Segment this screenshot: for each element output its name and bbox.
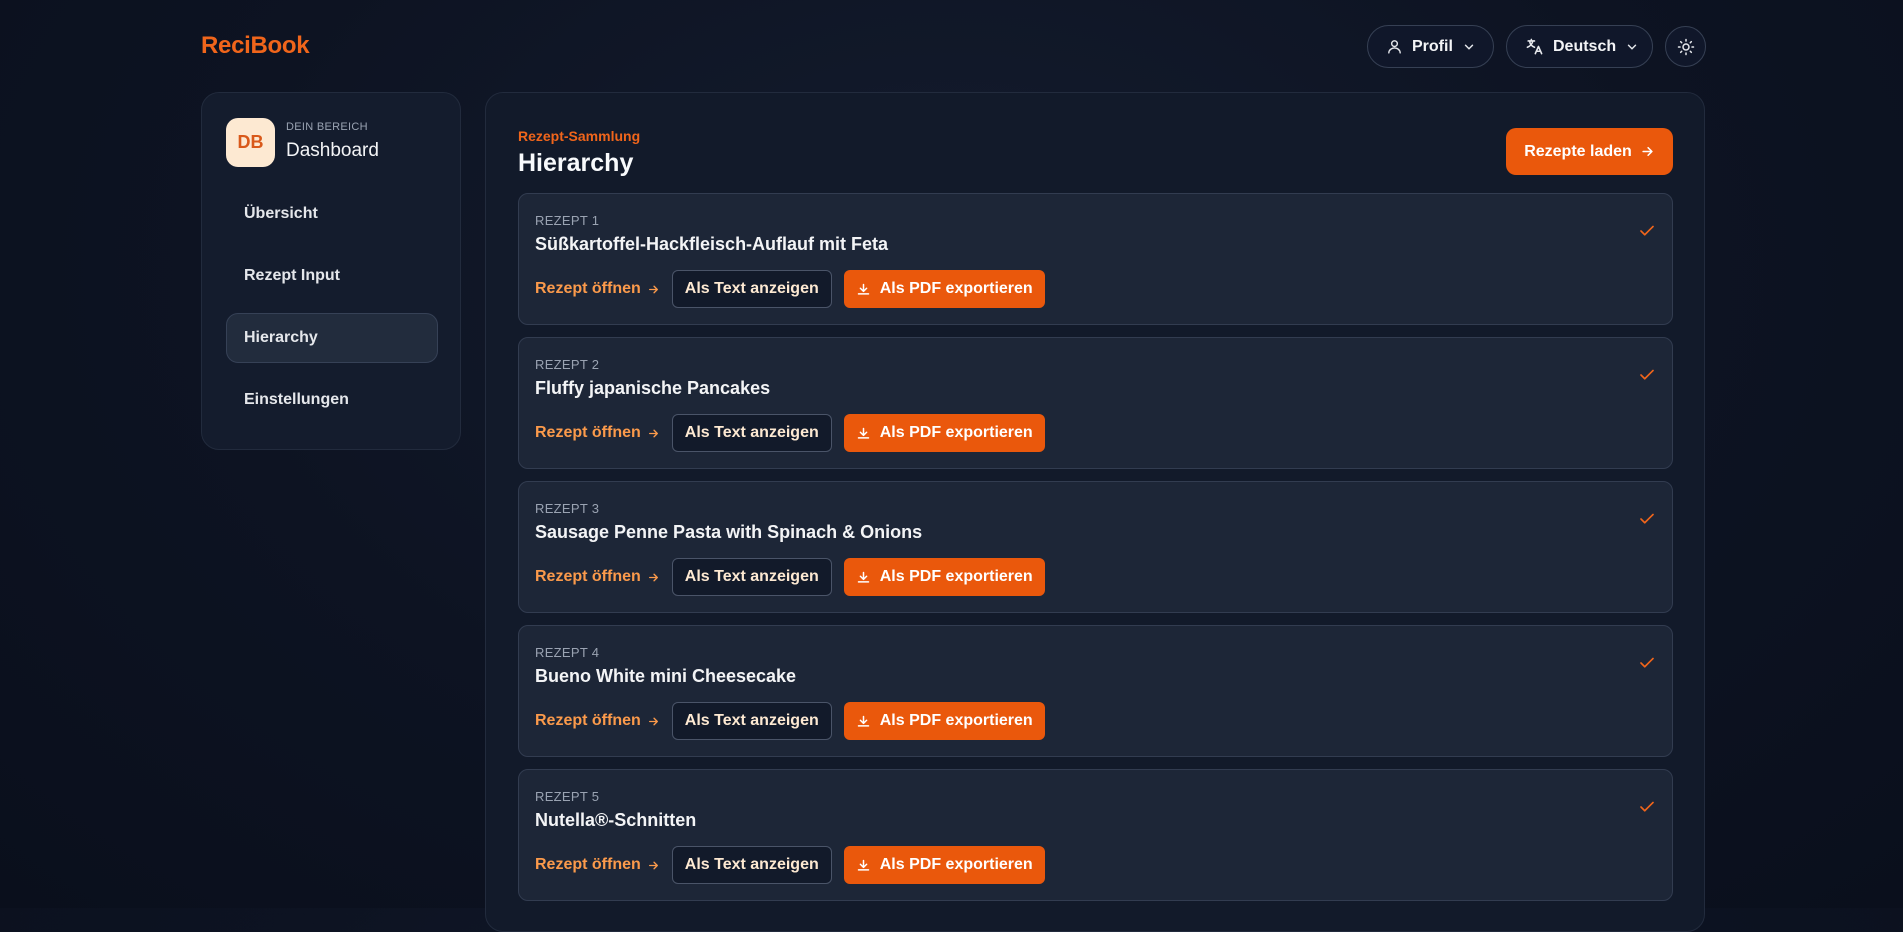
top-bar: ReciBook Profil Deutsch (0, 0, 1903, 92)
arrow-right-icon (1642, 146, 1653, 157)
section-eyebrow: Rezept-Sammlung (518, 128, 641, 144)
open-recipe-label: Rezept öffnen (535, 568, 641, 585)
sidebar-item-hierarchy[interactable]: Hierarchy (226, 313, 438, 363)
load-recipes-button[interactable]: Rezepte laden (1506, 128, 1673, 175)
sidebar-item-rezept-input[interactable]: Rezept Input (226, 251, 438, 301)
export-pdf-label: Als PDF exportieren (879, 856, 1033, 873)
main-panel: Rezept-Sammlung Hierarchy Rezepte laden … (485, 92, 1705, 932)
check-icon (1640, 369, 1654, 380)
recipe-actions: Rezept öffnen Als Text anzeigen Als PDF … (535, 270, 1045, 308)
download-icon (857, 283, 869, 295)
recipe-card: REZEPT 1 Süßkartoffel-Hackfleisch-Auflau… (518, 193, 1673, 325)
show-text-button[interactable]: Als Text anzeigen (671, 702, 832, 740)
check-icon (1640, 513, 1654, 524)
recipe-number: REZEPT 1 (535, 213, 600, 228)
open-recipe-link[interactable]: Rezept öffnen (535, 558, 660, 596)
recipe-title: Bueno White mini Cheesecake (535, 666, 797, 686)
recipe-number: REZEPT 3 (535, 501, 600, 516)
recipe-card: REZEPT 3 Sausage Penne Pasta with Spinac… (518, 481, 1673, 613)
sidebar-nav: Übersicht Rezept Input Hierarchy Einstel… (226, 189, 438, 437)
area-title: Dashboard (286, 140, 379, 161)
load-recipes-label: Rezepte laden (1524, 142, 1632, 160)
recipe-list: REZEPT 1 Süßkartoffel-Hackfleisch-Auflau… (518, 193, 1673, 913)
recipe-card: REZEPT 5 Nutella®-Schnitten Rezept öffne… (518, 769, 1673, 901)
export-pdf-button[interactable]: Als PDF exportieren (843, 558, 1045, 596)
export-pdf-button[interactable]: Als PDF exportieren (843, 270, 1045, 308)
arrow-right-icon (648, 717, 658, 725)
recipe-card: REZEPT 2 Fluffy japanische Pancakes Reze… (518, 337, 1673, 469)
recipe-title: Sausage Penne Pasta with Spinach & Onion… (535, 522, 923, 542)
download-icon (857, 571, 869, 583)
export-pdf-label: Als PDF exportieren (879, 424, 1033, 441)
show-text-button[interactable]: Als Text anzeigen (671, 846, 832, 884)
check-icon (1640, 657, 1654, 668)
open-recipe-label: Rezept öffnen (535, 712, 641, 729)
check-icon (1640, 225, 1654, 236)
open-recipe-link[interactable]: Rezept öffnen (535, 414, 660, 452)
show-text-button[interactable]: Als Text anzeigen (671, 414, 832, 452)
arrow-right-icon (648, 285, 658, 293)
arrow-right-icon (648, 429, 658, 437)
export-pdf-label: Als PDF exportieren (879, 712, 1033, 729)
show-text-button[interactable]: Als Text anzeigen (671, 558, 832, 596)
recipe-number: REZEPT 4 (535, 645, 600, 660)
theme-toggle-button[interactable] (1665, 26, 1706, 67)
export-pdf-label: Als PDF exportieren (879, 568, 1033, 585)
user-icon (1388, 40, 1401, 54)
sidebar-item-uebersicht[interactable]: Übersicht (226, 189, 438, 239)
recipe-number: REZEPT 2 (535, 357, 600, 372)
profile-label: Profil (1412, 37, 1453, 55)
recipe-actions: Rezept öffnen Als Text anzeigen Als PDF … (535, 558, 1045, 596)
open-recipe-label: Rezept öffnen (535, 280, 641, 297)
open-recipe-link[interactable]: Rezept öffnen (535, 270, 660, 308)
recipe-number: REZEPT 5 (535, 789, 600, 804)
export-pdf-button[interactable]: Als PDF exportieren (843, 846, 1045, 884)
sun-icon (1677, 38, 1694, 55)
recipe-title: Süßkartoffel-Hackfleisch-Auflauf mit Fet… (535, 234, 889, 254)
translate-icon (1526, 38, 1543, 55)
open-recipe-label: Rezept öffnen (535, 856, 641, 873)
avatar: DB (226, 118, 275, 167)
download-icon (857, 427, 869, 439)
export-pdf-button[interactable]: Als PDF exportieren (843, 414, 1045, 452)
recipe-actions: Rezept öffnen Als Text anzeigen Als PDF … (535, 414, 1045, 452)
app-logo[interactable]: ReciBook (201, 32, 310, 60)
page-title: Hierarchy (518, 149, 634, 177)
check-icon (1640, 801, 1654, 812)
open-recipe-label: Rezept öffnen (535, 424, 641, 441)
chevron-down-icon (1464, 44, 1474, 50)
profile-menu-button[interactable]: Profil (1367, 25, 1494, 68)
open-recipe-link[interactable]: Rezept öffnen (535, 846, 660, 884)
arrow-right-icon (648, 573, 658, 581)
show-text-button[interactable]: Als Text anzeigen (671, 270, 832, 308)
language-select[interactable]: Deutsch (1506, 25, 1653, 68)
download-icon (857, 859, 869, 871)
chevron-down-icon (1627, 44, 1637, 50)
sidebar: DB DEIN BEREICH Dashboard Übersicht Reze… (201, 92, 461, 450)
sidebar-item-einstellungen[interactable]: Einstellungen (226, 375, 438, 425)
export-pdf-button[interactable]: Als PDF exportieren (843, 702, 1045, 740)
recipe-card: REZEPT 4 Bueno White mini Cheesecake Rez… (518, 625, 1673, 757)
area-label: DEIN BEREICH (286, 121, 368, 133)
recipe-title: Nutella®-Schnitten (535, 810, 697, 830)
export-pdf-label: Als PDF exportieren (879, 280, 1033, 297)
recipe-title: Fluffy japanische Pancakes (535, 378, 771, 398)
download-icon (857, 715, 869, 727)
recipe-actions: Rezept öffnen Als Text anzeigen Als PDF … (535, 846, 1045, 884)
recipe-actions: Rezept öffnen Als Text anzeigen Als PDF … (535, 702, 1045, 740)
open-recipe-link[interactable]: Rezept öffnen (535, 702, 660, 740)
language-label: Deutsch (1553, 37, 1617, 55)
arrow-right-icon (648, 861, 658, 869)
